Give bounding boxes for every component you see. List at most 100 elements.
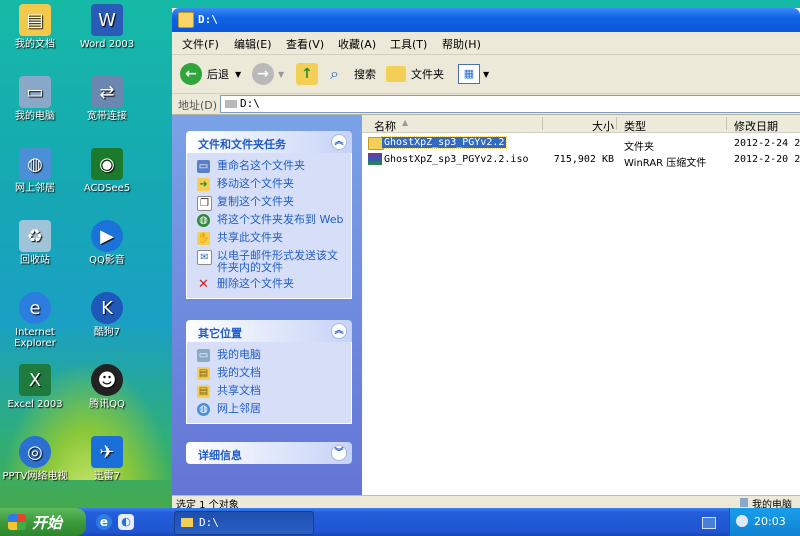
details-header[interactable]: 详细信息 ︾ (186, 442, 352, 464)
file-folder-tasks-header[interactable]: 文件和文件夹任务 ︽ (186, 131, 352, 153)
task-pane: 文件和文件夹任务 ︽ ▭ 重命名这个文件夹 ➜ 移动这个文件夹 ❐ 复制这个文件… (172, 115, 362, 495)
file-folder-tasks-panel: 文件和文件夹任务 ︽ ▭ 重命名这个文件夹 ➜ 移动这个文件夹 ❐ 复制这个文件… (186, 131, 352, 299)
forward-button[interactable]: → ▼ (252, 61, 284, 87)
move-icon: ➜ (197, 178, 210, 191)
desktop-icon-acdsee[interactable]: ◉ ACDSee5 (72, 148, 142, 194)
menu-edit[interactable]: 编辑(E) (234, 36, 272, 52)
start-button[interactable]: 开始 (0, 508, 86, 536)
file-type: WinRAR 压缩文件 (624, 158, 707, 169)
desktop-icon-qq[interactable]: ☻ 腾讯QQ (72, 364, 142, 410)
other-places-header[interactable]: 其它位置 ︽ (186, 320, 352, 342)
menu-view[interactable]: 查看(V) (286, 36, 324, 52)
recycle-bin-icon: ♻ (19, 220, 51, 252)
menu-bar: 文件(F) 编辑(E) 查看(V) 收藏(A) 工具(T) 帮助(H) (172, 32, 800, 55)
collapse-icon[interactable]: ︽ (331, 134, 347, 150)
column-modified[interactable]: 修改日期 (734, 118, 778, 134)
desktop-icon-recycle-bin[interactable]: ♻ 回收站 (0, 220, 70, 266)
desktop-icon-word[interactable]: W Word 2003 (72, 4, 142, 50)
views-dropdown-icon: ▼ (483, 69, 490, 79)
file-row[interactable]: GhostXpZ_sp3_PGYv2.2.iso 715,902 KB WinR… (362, 153, 800, 169)
other-places-panel: 其它位置 ︽ ▭ 我的电脑 ▤ 我的文档 ▤ 共享文档 ◍ 网上邻居 (186, 320, 352, 424)
folder-icon (178, 12, 194, 28)
address-input[interactable]: D:\ (220, 95, 800, 113)
copy-icon: ❐ (197, 196, 212, 211)
shared-docs-icon: ▤ (197, 385, 210, 398)
folder-icon (181, 518, 193, 527)
forward-dropdown-icon[interactable]: ▼ (278, 70, 284, 79)
back-arrow-icon: ← (180, 63, 202, 85)
place-my-computer[interactable]: ▭ 我的电脑 (187, 347, 351, 365)
place-shared-documents[interactable]: ▤ 共享文档 (187, 383, 351, 401)
qq-player-icon: ▶ (91, 220, 123, 252)
word-icon: W (91, 4, 123, 36)
column-name[interactable]: 名称 (374, 118, 396, 134)
column-type[interactable]: 类型 (624, 118, 646, 134)
desktop-icon-excel[interactable]: X Excel 2003 (0, 364, 70, 410)
task-move-folder[interactable]: ➜ 移动这个文件夹 (187, 176, 351, 194)
desktop-icon-qq-player[interactable]: ▶ QQ影音 (72, 220, 142, 266)
menu-help[interactable]: 帮助(H) (442, 36, 481, 52)
clock[interactable]: 20:03 (754, 515, 786, 528)
menu-tools[interactable]: 工具(T) (390, 36, 427, 52)
desktop-icon-kugou[interactable]: K 酷狗7 (72, 292, 142, 338)
expand-icon[interactable]: ︾ (331, 445, 347, 461)
thunder-icon: ✈ (91, 436, 123, 468)
folders-button[interactable]: 文件夹 (386, 61, 444, 87)
desktop-icon-my-computer[interactable]: ▭ 我的电脑 (0, 76, 70, 122)
search-icon: ⌕ (330, 64, 339, 83)
delete-icon: ✕ (198, 277, 209, 292)
menu-file[interactable]: 文件(F) (182, 36, 219, 52)
desktop-icon-pptv[interactable]: ◎ PPTV网络电视 (0, 436, 70, 482)
column-separator[interactable] (726, 117, 727, 130)
window-titlebar[interactable]: D:\ (172, 8, 800, 32)
publish-web-icon: ◍ (197, 214, 210, 227)
ie-quicklaunch-icon[interactable]: e (96, 514, 112, 530)
views-button[interactable]: ▦ ▼ (458, 61, 489, 87)
excel-icon: X (19, 364, 51, 396)
column-separator[interactable] (542, 117, 543, 130)
winrar-icon (368, 153, 382, 165)
task-publish-web[interactable]: ◍ 将这个文件夹发布到 Web (187, 212, 351, 230)
back-dropdown-icon[interactable]: ▼ (235, 70, 241, 79)
search-button[interactable]: ⌕ 搜索 (330, 61, 376, 87)
window-title: D:\ (198, 13, 218, 26)
up-button[interactable]: ↑ (296, 61, 318, 87)
network-connection-icon: ⇄ (91, 76, 123, 108)
tray-app-icon[interactable] (736, 515, 748, 527)
desktop-icon-network-places[interactable]: ◍ 网上邻居 (0, 148, 70, 194)
desktop-quicklaunch-icon[interactable]: ◐ (118, 514, 134, 530)
sort-ascending-icon: ▲ (402, 118, 409, 127)
back-button[interactable]: ← 后退 ▼ (180, 61, 241, 87)
desktop-icon-my-documents[interactable]: ▤ 我的文档 (0, 4, 70, 50)
desktop-icon-broadband[interactable]: ⇄ 宽带连接 (72, 76, 142, 122)
task-email-files[interactable]: ✉ 以电子邮件形式发送该文件夹内的文件 (187, 248, 351, 276)
folder-icon: ▤ (19, 4, 51, 36)
collapse-icon[interactable]: ︽ (331, 323, 347, 339)
task-delete-folder[interactable]: ✕ 删除这个文件夹 (187, 276, 351, 294)
network-places-icon: ◍ (19, 148, 51, 180)
taskbar-window-button[interactable]: D:\ (174, 511, 314, 535)
file-type: 文件夹 (624, 142, 654, 153)
place-network-places[interactable]: ◍ 网上邻居 (187, 401, 351, 419)
computer-icon: ▭ (19, 76, 51, 108)
network-places-icon: ◍ (197, 403, 210, 416)
keyboard-icon[interactable] (702, 517, 716, 529)
email-icon: ✉ (197, 250, 212, 265)
place-my-documents[interactable]: ▤ 我的文档 (187, 365, 351, 383)
forward-arrow-icon: → (252, 63, 274, 85)
toolbar: ← 后退 ▼ → ▼ ↑ ⌕ 搜索 文件夹 ▦ ▼ (172, 55, 800, 94)
file-name[interactable]: GhostXpZ_sp3_PGYv2.2.iso (384, 154, 529, 165)
taskbar: 开始 e ◐ D:\ 20:03 (0, 508, 800, 536)
file-row[interactable]: GhostXpZ_sp3_PGYv2.2 文件夹 2012-2-24 20: (362, 136, 800, 153)
column-separator[interactable] (616, 117, 617, 130)
rename-icon: ▭ (197, 160, 210, 173)
desktop-icon-internet-explorer[interactable]: e Internet Explorer (0, 292, 70, 349)
column-size[interactable]: 大小 (592, 118, 614, 134)
file-name[interactable]: GhostXpZ_sp3_PGYv2.2 (380, 136, 508, 149)
task-share-folder[interactable]: ✋ 共享此文件夹 (187, 230, 351, 248)
menu-favorites[interactable]: 收藏(A) (338, 36, 376, 52)
explorer-window: D:\ 文件(F) 编辑(E) 查看(V) 收藏(A) 工具(T) 帮助(H) … (172, 8, 800, 511)
task-rename-folder[interactable]: ▭ 重命名这个文件夹 (187, 158, 351, 176)
desktop-icon-thunder[interactable]: ✈ 迅雷7 (72, 436, 142, 482)
task-copy-folder[interactable]: ❐ 复制这个文件夹 (187, 194, 351, 212)
